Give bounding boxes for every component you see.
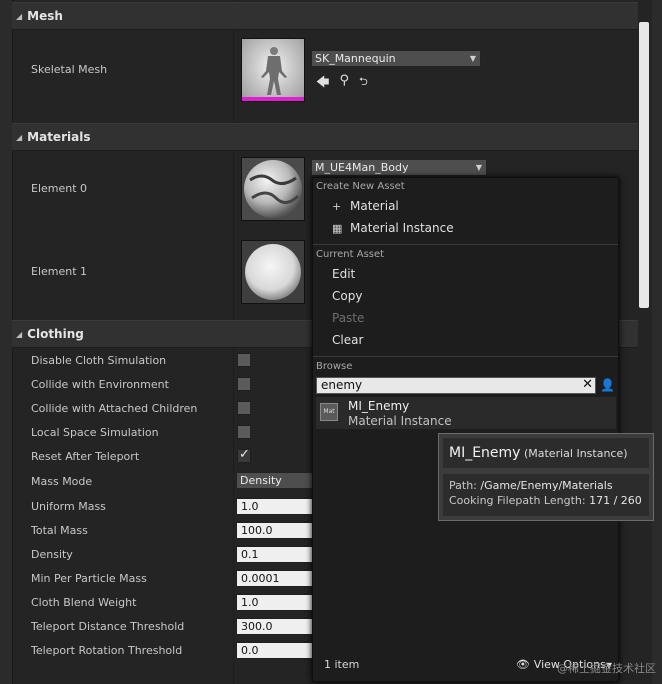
tooltip-path-label: Path: xyxy=(449,479,477,492)
material-instance-icon: ▦ xyxy=(332,222,343,235)
mass-mode-label: Mass Mode xyxy=(31,475,93,488)
menu-divider xyxy=(313,356,618,357)
density-field[interactable]: 0.1 xyxy=(236,546,316,563)
mass-mode-combo[interactable]: Density xyxy=(236,472,316,489)
element-0-label: Element 0 xyxy=(31,182,88,195)
teleport-distance-field[interactable]: 300.0 xyxy=(236,618,316,635)
menu-item-material-instance-label: Material Instance xyxy=(350,221,454,235)
element-1-thumbnail[interactable] xyxy=(241,240,305,304)
chevron-down-icon: ▼ xyxy=(469,54,476,63)
teleport-distance-label: Teleport Distance Threshold xyxy=(31,620,185,633)
blend-weight-label: Cloth Blend Weight xyxy=(31,596,137,609)
section-mesh-title: Mesh xyxy=(27,9,63,23)
local-space-label: Local Space Simulation xyxy=(31,426,159,439)
collapse-triangle-icon: ◢ xyxy=(16,11,23,21)
current-asset-heading: Current Asset xyxy=(316,249,385,260)
plus-icon: + xyxy=(332,200,342,213)
menu-divider xyxy=(313,244,618,245)
tooltip-header: MI_Enemy (Material Instance) xyxy=(443,438,649,468)
uniform-mass-field[interactable]: 1.0 xyxy=(236,498,316,515)
menu-item-copy[interactable]: Copy xyxy=(332,289,362,303)
result-asset-type: Material Instance xyxy=(348,414,452,428)
menu-item-paste[interactable]: Paste xyxy=(332,311,364,325)
collapse-triangle-icon: ◢ xyxy=(16,132,23,142)
reset-teleport-checkbox[interactable] xyxy=(237,447,251,463)
skeletal-mesh-label: Skeletal Mesh xyxy=(31,63,108,76)
skeletal-mesh-combo[interactable]: SK_Mannequin ▼ xyxy=(311,50,481,67)
eye-icon: 👁 xyxy=(515,658,530,671)
chevron-down-icon: ▼ xyxy=(475,163,482,172)
section-mesh-header[interactable]: ◢ Mesh xyxy=(12,2,638,30)
section-clothing-title: Clothing xyxy=(27,327,84,341)
tooltip-length-value: 171 / 260 xyxy=(589,494,642,507)
result-asset-name: MI_Enemy xyxy=(348,399,410,413)
element-0-combo[interactable]: M_UE4Man_Body ▼ xyxy=(311,159,487,176)
section-materials-header[interactable]: ◢ Materials xyxy=(12,123,638,151)
menu-item-edit[interactable]: Edit xyxy=(332,267,355,281)
tooltip-length-row: Cooking Filepath Length: 171 / 260 xyxy=(449,493,643,508)
collide-environment-label: Collide with Environment xyxy=(31,378,169,391)
menu-item-material-label: Material xyxy=(350,199,399,213)
local-space-checkbox[interactable] xyxy=(237,425,251,439)
disable-cloth-checkbox[interactable] xyxy=(237,353,251,367)
details-scrollbar[interactable] xyxy=(639,22,649,308)
browse-search-icon[interactable]: ⚲ xyxy=(339,73,349,95)
material-instance-thumbnail-icon: Mat xyxy=(320,403,338,421)
tooltip-length-label: Cooking Filepath Length: xyxy=(449,494,586,507)
tooltip-body: Path: /Game/Enemy/Materials Cooking File… xyxy=(443,474,649,516)
mesh-type-color-bar xyxy=(242,97,304,101)
teleport-rotation-field[interactable]: 0.0 xyxy=(236,642,316,659)
collide-children-checkbox[interactable] xyxy=(237,401,251,415)
menu-item-clear[interactable]: Clear xyxy=(332,333,363,347)
tooltip-path-value: /Game/Enemy/Materials xyxy=(480,479,613,492)
density-label: Density xyxy=(31,548,73,561)
skeletal-mesh-value: SK_Mannequin xyxy=(315,52,396,65)
asset-picker-menu: Create New Asset + Material ▦ Material Ins… xyxy=(312,177,619,682)
disable-cloth-label: Disable Cloth Simulation xyxy=(31,354,167,367)
total-mass-field[interactable]: 100.0 xyxy=(236,522,316,539)
menu-item-material[interactable]: + Material xyxy=(332,199,399,213)
mesh-asset-actions: 🡄 ⚲ ⮌ xyxy=(316,73,368,95)
min-particle-mass-field[interactable]: 0.0001 xyxy=(236,570,316,587)
uniform-mass-label: Uniform Mass xyxy=(31,500,106,513)
reset-arrow-icon[interactable]: ⮌ xyxy=(359,73,368,95)
browse-heading: Browse xyxy=(316,361,353,372)
user-filter-icon[interactable]: 👤 xyxy=(600,378,615,392)
material-sphere-icon xyxy=(245,244,301,300)
mannequin-icon xyxy=(261,47,287,95)
tooltip-path-row: Path: /Game/Enemy/Materials xyxy=(449,478,643,493)
asset-search-input[interactable]: enemy ✕ xyxy=(316,377,596,394)
watermark-text: @稀土掘金技术社区 xyxy=(557,662,656,675)
asset-search-value: enemy xyxy=(321,378,363,392)
collide-children-label: Collide with Attached Children xyxy=(31,402,198,415)
collide-environment-checkbox[interactable] xyxy=(237,377,251,391)
clear-search-icon[interactable]: ✕ xyxy=(582,377,593,392)
use-selected-arrow-icon[interactable]: 🡄 xyxy=(316,73,329,95)
element-1-label: Element 1 xyxy=(31,265,88,278)
total-mass-label: Total Mass xyxy=(31,524,88,537)
reset-teleport-label: Reset After Teleport xyxy=(31,450,140,463)
skeletal-mesh-thumbnail[interactable] xyxy=(241,38,305,102)
asset-tooltip: MI_Enemy (Material Instance) Path: /Game… xyxy=(438,433,654,521)
result-icon-text: Mat xyxy=(323,408,335,415)
asset-result-item[interactable]: Mat MI_Enemy Material Instance xyxy=(316,397,616,429)
item-count: 1 item xyxy=(324,658,360,671)
min-particle-mass-label: Min Per Particle Mass xyxy=(31,572,147,585)
material-sphere-icon xyxy=(244,160,302,218)
create-asset-heading: Create New Asset xyxy=(316,181,405,192)
tooltip-title: MI_Enemy xyxy=(449,445,521,461)
blend-weight-field[interactable]: 1.0 xyxy=(236,594,316,611)
menu-item-material-instance[interactable]: ▦ Material Instance xyxy=(332,221,454,235)
element-0-value: M_UE4Man_Body xyxy=(315,161,409,174)
collapse-triangle-icon: ◢ xyxy=(16,329,23,339)
mass-mode-value: Density xyxy=(240,474,282,487)
tooltip-kind: (Material Instance) xyxy=(523,447,628,460)
teleport-rotation-label: Teleport Rotation Threshold xyxy=(31,644,183,657)
element-0-thumbnail[interactable] xyxy=(241,157,305,221)
section-materials-title: Materials xyxy=(27,130,91,144)
